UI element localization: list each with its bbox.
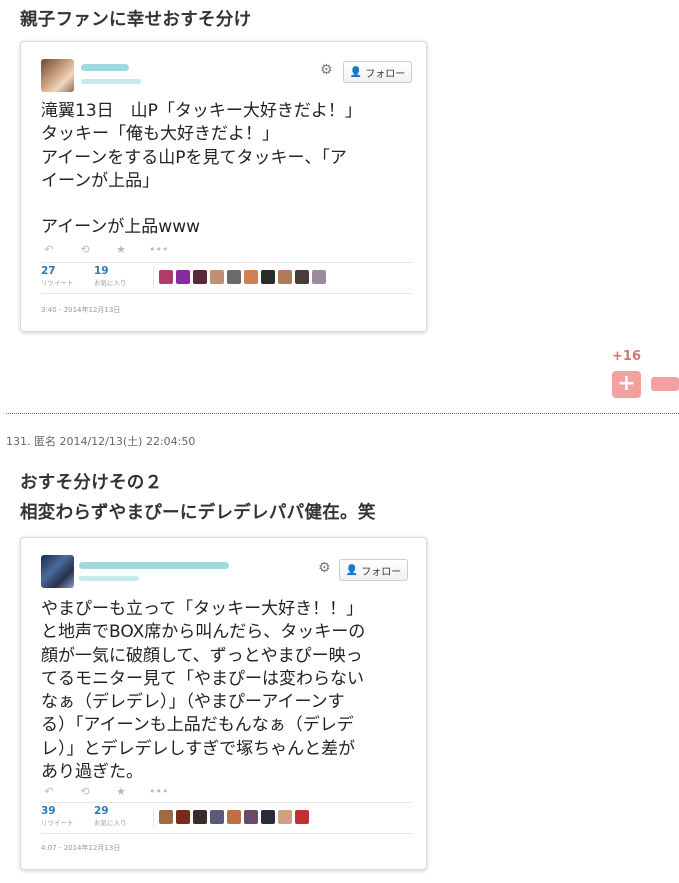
favorite-icon[interactable]: ★ xyxy=(113,243,129,256)
divider xyxy=(6,413,679,414)
favorite-count[interactable]: 19 xyxy=(94,265,127,277)
plus-button[interactable]: + xyxy=(612,371,641,398)
reply-icon[interactable]: ↶ xyxy=(41,243,57,256)
favoriter-avatar[interactable] xyxy=(278,810,292,824)
embedded-tweet: ⚙ 👤 フォロー やまぴーも立って「タッキー大好き！！」 と地声でBOX席から叫… xyxy=(20,537,427,870)
redacted-username xyxy=(79,562,229,569)
favoriter-avatar[interactable] xyxy=(261,270,275,284)
follow-button[interactable]: 👤 フォロー xyxy=(339,559,408,581)
favoriter-avatar[interactable] xyxy=(278,270,292,284)
favorite-count[interactable]: 29 xyxy=(94,805,127,817)
favoriter-avatar[interactable] xyxy=(244,270,258,284)
post-heading: 相変わらずやまぴーにデレデレパパ健在。笑 xyxy=(20,503,376,523)
post-heading: 親子ファンに幸せおすそ分け xyxy=(20,10,252,30)
favoriter-avatar[interactable] xyxy=(295,810,309,824)
tweet-date[interactable]: 4:07 - 2014年12月13日 xyxy=(41,843,120,853)
comment-meta: 131. 匿名 2014/12/13(土) 22:04:50 xyxy=(6,435,196,448)
favoriter-avatar[interactable] xyxy=(193,810,207,824)
favoriter-avatar[interactable] xyxy=(159,270,173,284)
vote-count: +16 xyxy=(612,349,641,364)
embedded-tweet: ⚙ 👤 フォロー 滝翼13日 山P「タッキー大好きだよ！」 タッキー「俺も大好き… xyxy=(20,41,427,332)
favoriter-avatar[interactable] xyxy=(210,810,224,824)
favoriter-avatar[interactable] xyxy=(176,270,190,284)
follow-button[interactable]: 👤 フォロー xyxy=(343,61,412,83)
minus-button[interactable] xyxy=(651,377,679,391)
favoriter-avatar[interactable] xyxy=(244,810,258,824)
post-heading: おすそ分けその２ xyxy=(20,473,163,493)
tweet-text: 滝翼13日 山P「タッキー大好きだよ！」 タッキー「俺も大好きだよ！」 アイーン… xyxy=(41,101,362,238)
more-icon[interactable]: ••• xyxy=(149,243,168,256)
favorite-icon[interactable]: ★ xyxy=(113,785,129,798)
favoriter-avatar[interactable] xyxy=(176,810,190,824)
redacted-handle xyxy=(81,79,141,84)
redacted-handle xyxy=(79,576,139,581)
favoriter-avatar[interactable] xyxy=(312,270,326,284)
favoriter-avatar[interactable] xyxy=(159,810,173,824)
add-user-icon: 👤 xyxy=(349,66,363,78)
gear-icon[interactable]: ⚙ xyxy=(318,560,331,576)
gear-icon[interactable]: ⚙ xyxy=(320,62,333,78)
favoriter-avatar[interactable] xyxy=(295,270,309,284)
tweet-date[interactable]: 3:40 - 2014年12月13日 xyxy=(41,305,120,315)
tweet-text: やまぴーも立って「タッキー大好き！！」 と地声でBOX席から叫んだら、タッキーの… xyxy=(41,599,366,783)
favoriter-avatar[interactable] xyxy=(193,270,207,284)
reply-icon[interactable]: ↶ xyxy=(41,785,57,798)
retweet-icon[interactable]: ⟲ xyxy=(77,243,93,256)
avatar[interactable] xyxy=(41,555,74,588)
favoriter-avatar[interactable] xyxy=(227,810,241,824)
avatar[interactable] xyxy=(41,59,74,92)
favorited-by-avatars xyxy=(159,270,326,284)
tweet-stats: 39 リツイート 29 お気に入り xyxy=(41,802,412,834)
retweet-count[interactable]: 27 xyxy=(41,265,74,277)
tweet-stats: 27 リツイート 19 お気に入り xyxy=(41,262,412,294)
retweet-icon[interactable]: ⟲ xyxy=(77,785,93,798)
add-user-icon: 👤 xyxy=(345,564,359,576)
favoriter-avatar[interactable] xyxy=(210,270,224,284)
favoriter-avatar[interactable] xyxy=(227,270,241,284)
more-icon[interactable]: ••• xyxy=(149,785,168,798)
retweet-count[interactable]: 39 xyxy=(41,805,74,817)
favorited-by-avatars xyxy=(159,810,309,824)
redacted-username xyxy=(81,64,129,71)
favoriter-avatar[interactable] xyxy=(261,810,275,824)
